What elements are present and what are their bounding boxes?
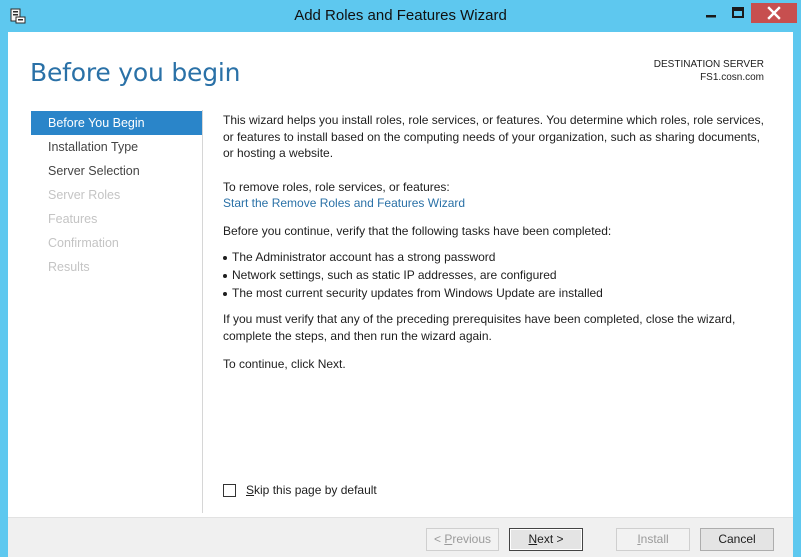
nav-item-before-you-begin[interactable]: Before You Begin: [31, 111, 202, 135]
continue-note: To continue, click Next.: [223, 357, 346, 371]
wizard-nav: Before You Begin Installation Type Serve…: [31, 111, 202, 279]
nav-divider: [202, 110, 203, 513]
skip-checkbox[interactable]: [223, 483, 236, 497]
maximize-icon[interactable]: [725, 3, 751, 23]
title-bar[interactable]: Add Roles and Features Wizard: [0, 0, 801, 32]
intro-text: This wizard helps you install roles, rol…: [223, 113, 764, 160]
page-title: Before you begin: [30, 58, 241, 87]
button-bar: < Previous Next > Install Cancel: [8, 517, 793, 557]
list-item: Network settings, such as static IP addr…: [223, 266, 783, 284]
destination-label: DESTINATION SERVER: [653, 59, 764, 70]
window-title: Add Roles and Features Wizard: [294, 7, 507, 24]
nav-item-confirmation: Confirmation: [48, 236, 119, 250]
remove-wizard-link[interactable]: Start the Remove Roles and Features Wiza…: [223, 195, 783, 212]
close-icon[interactable]: [751, 3, 797, 23]
destination-server-name: FS1.cosn.com: [700, 72, 764, 83]
cancel-button[interactable]: Cancel: [700, 528, 774, 551]
prereq-note: If you must verify that any of the prece…: [223, 312, 736, 343]
nav-item-installation-type[interactable]: Installation Type: [31, 135, 202, 159]
previous-button[interactable]: < Previous: [426, 528, 499, 551]
nav-item-features: Features: [48, 212, 98, 226]
nav-item-server-roles: Server Roles: [48, 188, 121, 202]
remove-label: To remove roles, role services, or featu…: [223, 179, 450, 194]
skip-label[interactable]: Skip this page by default: [246, 483, 377, 497]
destination-server: DESTINATION SERVER FS1.cosn.com: [654, 58, 764, 84]
nav-item-results: Results: [48, 260, 90, 274]
skip-option[interactable]: Skip this page by default: [223, 483, 377, 497]
minimize-icon[interactable]: [697, 3, 725, 23]
wizard-window: Add Roles and Features Wizard Before you…: [0, 0, 801, 557]
requirements-list: The Administrator account has a strong p…: [223, 248, 783, 302]
verify-label: Before you continue, verify that the fol…: [223, 223, 612, 238]
next-button[interactable]: Next >: [509, 528, 583, 551]
list-item: The Administrator account has a strong p…: [223, 248, 783, 266]
list-item: The most current security updates from W…: [223, 284, 783, 302]
wizard-client-area: Before you begin DESTINATION SERVER FS1.…: [8, 32, 793, 557]
content-panel: This wizard helps you install roles, rol…: [223, 112, 783, 373]
nav-item-server-selection[interactable]: Server Selection: [31, 159, 202, 183]
install-button[interactable]: Install: [616, 528, 690, 551]
